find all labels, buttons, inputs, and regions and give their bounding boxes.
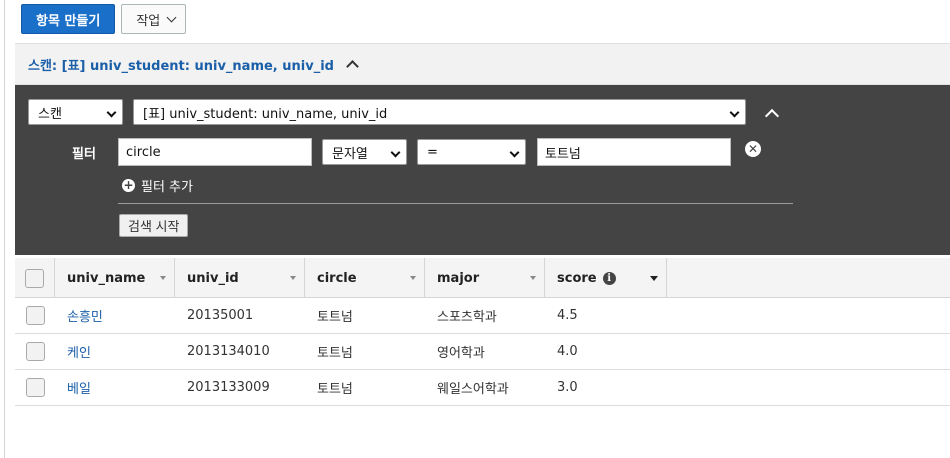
cell-major: 스포츠학과 [437,310,497,325]
header-select-all[interactable] [15,258,55,298]
cell-major: 웨일스어학과 [437,382,509,397]
cell-circle: 토트넘 [317,382,353,397]
filter-type-value: 문자열 [332,146,368,162]
sort-caret-icon[interactable] [160,276,166,280]
collapse-panel-icon[interactable] [764,108,780,124]
scan-mode-value: 스캔 [38,106,62,122]
chevron-up-icon[interactable] [346,59,359,73]
actions-button-label: 작업 [136,13,161,29]
cell-univ-id: 20135001 [187,308,254,323]
left-edge-rule [4,0,5,458]
column-header-univ-name[interactable]: univ_name [55,258,175,298]
chevron-down-icon [509,147,520,158]
chevron-down-icon [390,147,401,158]
panel-divider [118,203,793,204]
table-row[interactable]: 손흥민 20135001 토트넘 스포츠학과 4.5 [15,298,950,334]
table-row[interactable]: 베일 2013133009 토트넘 웨일스어학과 3.0 [15,370,950,406]
chevron-down-icon [729,107,740,118]
header-filler [667,258,950,298]
actions-dropdown-button[interactable]: 작업 [121,4,187,34]
cell-score: 3.0 [557,380,578,395]
column-label: circle [317,270,357,286]
scan-mode-select[interactable]: 스캔 [28,99,123,125]
chevron-down-icon [106,107,117,118]
scan-target-value: [표] univ_student: univ_name, univ_id [143,106,388,122]
filter-type-select[interactable]: 문자열 [322,139,407,165]
results-table: univ_name univ_id circle major score i 손… [15,258,950,406]
filter-operator-value: = [427,144,438,160]
row-checkbox[interactable] [25,342,45,361]
scan-summary-title: 스캔: [표] univ_student: univ_name, univ_id [28,58,334,74]
scan-summary-bar[interactable]: 스캔: [표] univ_student: univ_name, univ_id [15,43,950,85]
create-item-button[interactable]: 항목 만들기 [21,4,116,34]
cell-circle: 토트넘 [317,346,353,361]
start-search-button[interactable]: 검색 시작 [119,214,189,237]
column-header-score[interactable]: score i [545,258,667,298]
cell-score: 4.0 [557,344,578,359]
table-row[interactable]: 케인 2013134010 토트넘 영어학과 4.0 [15,334,950,370]
sort-caret-icon[interactable] [410,276,416,280]
row-checkbox[interactable] [25,378,45,397]
column-header-circle[interactable]: circle [305,258,425,298]
plus-circle-icon: + [122,178,135,192]
sort-caret-icon[interactable] [290,276,296,280]
filter-operator-select[interactable]: = [417,139,526,165]
column-label: univ_name [67,270,146,286]
row-checkbox[interactable] [25,306,45,325]
add-filter-button[interactable]: + 필터 추가 [122,176,193,195]
cell-major: 영어학과 [437,346,485,361]
select-all-checkbox[interactable] [25,268,44,288]
cell-score: 4.5 [557,308,578,323]
column-label: univ_id [187,270,239,286]
cell-univ-id: 2013133009 [187,380,270,395]
cell-univ-id: 2013134010 [187,344,270,359]
column-header-major[interactable]: major [425,258,545,298]
filter-attribute-input[interactable]: circle [118,138,312,166]
cell-univ-name[interactable]: 베일 [55,370,175,406]
scan-target-select[interactable]: [표] univ_student: univ_name, univ_id [133,99,746,125]
sort-caret-icon[interactable] [650,276,658,281]
cell-univ-name[interactable]: 손흥민 [55,298,175,334]
chevron-down-icon [166,12,177,22]
row-select[interactable] [15,370,55,406]
filter-label: 필터 [72,147,96,162]
column-header-univ-id[interactable]: univ_id [175,258,305,298]
cell-univ-name[interactable]: 케인 [55,334,175,370]
remove-filter-icon[interactable]: ✕ [745,141,761,157]
add-filter-label: 필터 추가 [141,180,193,195]
column-label: major [437,270,480,286]
toolbar: 항목 만들기 작업 [21,4,187,34]
cell-circle: 토트넘 [317,310,353,325]
info-icon[interactable]: i [602,271,616,285]
sort-caret-icon[interactable] [530,276,536,280]
column-label: score [557,270,597,286]
filter-value-input[interactable]: 토트넘 [537,138,731,166]
table-header: univ_name univ_id circle major score i [15,258,950,298]
row-select[interactable] [15,334,55,370]
query-panel: 스캔 [표] univ_student: univ_name, univ_id … [15,85,950,255]
row-select[interactable] [15,298,55,334]
